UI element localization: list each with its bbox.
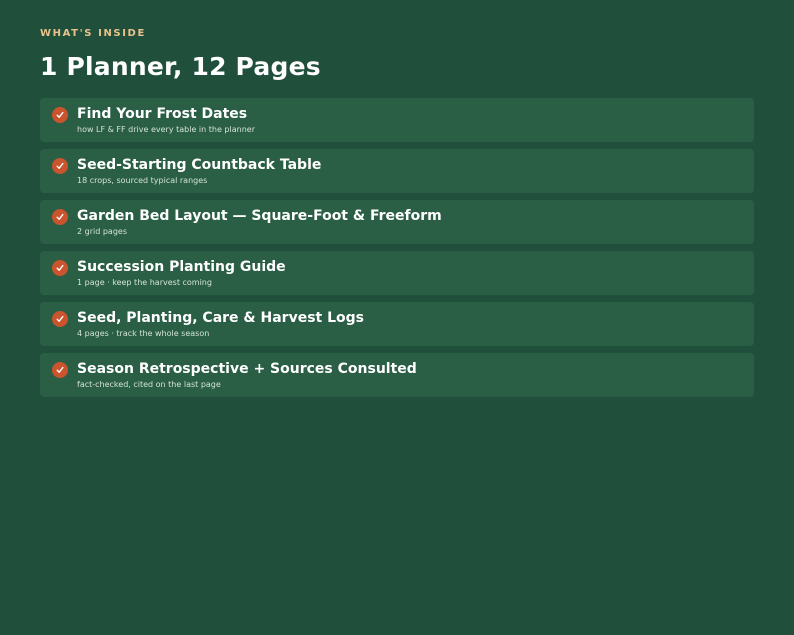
list-item: Seed-Starting Countback Table 18 crops, … bbox=[40, 149, 754, 193]
section-eyebrow: WHAT'S INSIDE bbox=[40, 28, 146, 39]
list-item-text: Succession Planting Guide 1 page · keep … bbox=[77, 259, 286, 288]
list-item: Garden Bed Layout — Square-Foot & Freefo… bbox=[40, 200, 754, 244]
list-item: Seed, Planting, Care & Harvest Logs 4 pa… bbox=[40, 302, 754, 346]
list-item: Find Your Frost Dates how LF & FF drive … bbox=[40, 98, 754, 142]
check-icon bbox=[52, 107, 68, 123]
check-icon bbox=[52, 209, 68, 225]
list-item-text: Find Your Frost Dates how LF & FF drive … bbox=[77, 106, 255, 135]
list-item-title: Garden Bed Layout — Square-Foot & Freefo… bbox=[77, 208, 442, 224]
list-item-title: Seed-Starting Countback Table bbox=[77, 157, 322, 173]
content: WHAT'S INSIDE 1 Planner, 12 Pages Find Y… bbox=[0, 0, 794, 397]
page-title: 1 Planner, 12 Pages bbox=[40, 52, 321, 81]
list-item-subtitle: 1 page · keep the harvest coming bbox=[77, 278, 212, 287]
list-item-subtitle: fact-checked, cited on the last page bbox=[77, 380, 221, 389]
list-item-title: Find Your Frost Dates bbox=[77, 106, 248, 122]
list-item-subtitle: how LF & FF drive every table in the pla… bbox=[77, 125, 255, 134]
list-item-text: Garden Bed Layout — Square-Foot & Freefo… bbox=[77, 208, 442, 237]
list-item-title: Seed, Planting, Care & Harvest Logs bbox=[77, 310, 364, 326]
list-item-text: Season Retrospective + Sources Consulted… bbox=[77, 361, 417, 390]
check-icon bbox=[52, 158, 68, 174]
list-item-subtitle: 4 pages · track the whole season bbox=[77, 329, 210, 338]
list-item-subtitle: 18 crops, sourced typical ranges bbox=[77, 176, 208, 185]
page: { "header": { "eyebrow": "WHAT'S INSIDE"… bbox=[0, 0, 794, 635]
list-item-text: Seed, Planting, Care & Harvest Logs 4 pa… bbox=[77, 310, 364, 339]
list-item-text: Seed-Starting Countback Table 18 crops, … bbox=[77, 157, 321, 186]
list-item: Season Retrospective + Sources Consulted… bbox=[40, 353, 754, 397]
list-item: Succession Planting Guide 1 page · keep … bbox=[40, 251, 754, 295]
list-item-title: Season Retrospective + Sources Consulted bbox=[77, 361, 417, 377]
list-item-title: Succession Planting Guide bbox=[77, 259, 286, 275]
check-icon bbox=[52, 362, 68, 378]
contents-list: Find Your Frost Dates how LF & FF drive … bbox=[40, 98, 754, 397]
list-item-subtitle: 2 grid pages bbox=[77, 227, 127, 236]
check-icon bbox=[52, 260, 68, 276]
check-icon bbox=[52, 311, 68, 327]
